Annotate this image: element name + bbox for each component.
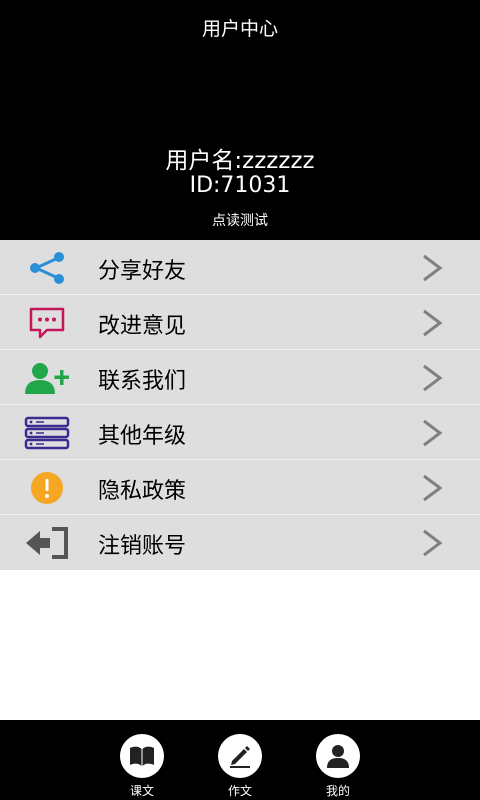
header: 用户中心 用户名:zzzzzz ID:71031 点读测试 <box>0 0 480 240</box>
user-id-text: ID:71031 <box>189 173 291 198</box>
chevron-right-icon <box>423 309 443 337</box>
chevron-right-icon <box>423 254 443 282</box>
chevron-right-icon <box>423 529 443 557</box>
menu-item-label: 联系我们 <box>98 369 187 394</box>
bottom-tab-bar: 课文 作文 我的 <box>0 720 480 800</box>
chevron-right-icon <box>423 474 443 502</box>
menu-item-label: 其他年级 <box>98 424 187 449</box>
chevron-right-icon <box>423 419 443 447</box>
pencil-icon <box>218 734 262 778</box>
share-icon <box>24 249 70 287</box>
user-icon <box>316 734 360 778</box>
page-title: 用户中心 <box>201 18 278 40</box>
username-text: 用户名:zzzzzz <box>165 148 315 174</box>
tab-textbook[interactable]: 课文 <box>107 734 177 799</box>
server-icon <box>24 414 70 452</box>
subtitle-text: 点读测试 <box>212 213 268 229</box>
message-icon <box>24 304 70 342</box>
menu-item-label: 改进意见 <box>98 314 187 339</box>
tab-label: 作文 <box>227 784 252 798</box>
add-user-icon <box>24 359 70 397</box>
menu-item-privacy[interactable]: 隐私政策 <box>0 460 480 515</box>
alert-icon <box>24 469 70 507</box>
menu-item-label: 注销账号 <box>98 534 187 559</box>
chevron-right-icon <box>423 364 443 392</box>
menu-list: 分享好友 改进意见 联系我们 其他年级 隐私政策 注销账号 <box>0 240 480 570</box>
menu-item-deactivate[interactable]: 注销账号 <box>0 515 480 570</box>
menu-item-share[interactable]: 分享好友 <box>0 240 480 295</box>
tab-label: 我的 <box>325 784 350 798</box>
tab-mine[interactable]: 我的 <box>303 734 373 799</box>
tab-composition[interactable]: 作文 <box>205 734 275 799</box>
menu-item-label: 隐私政策 <box>98 479 187 504</box>
menu-item-label: 分享好友 <box>98 259 187 284</box>
menu-item-contact[interactable]: 联系我们 <box>0 350 480 405</box>
tab-label: 课文 <box>129 784 154 798</box>
logout-icon <box>24 524 70 562</box>
menu-item-other-grades[interactable]: 其他年级 <box>0 405 480 460</box>
book-icon <box>120 734 164 778</box>
menu-item-feedback[interactable]: 改进意见 <box>0 295 480 350</box>
